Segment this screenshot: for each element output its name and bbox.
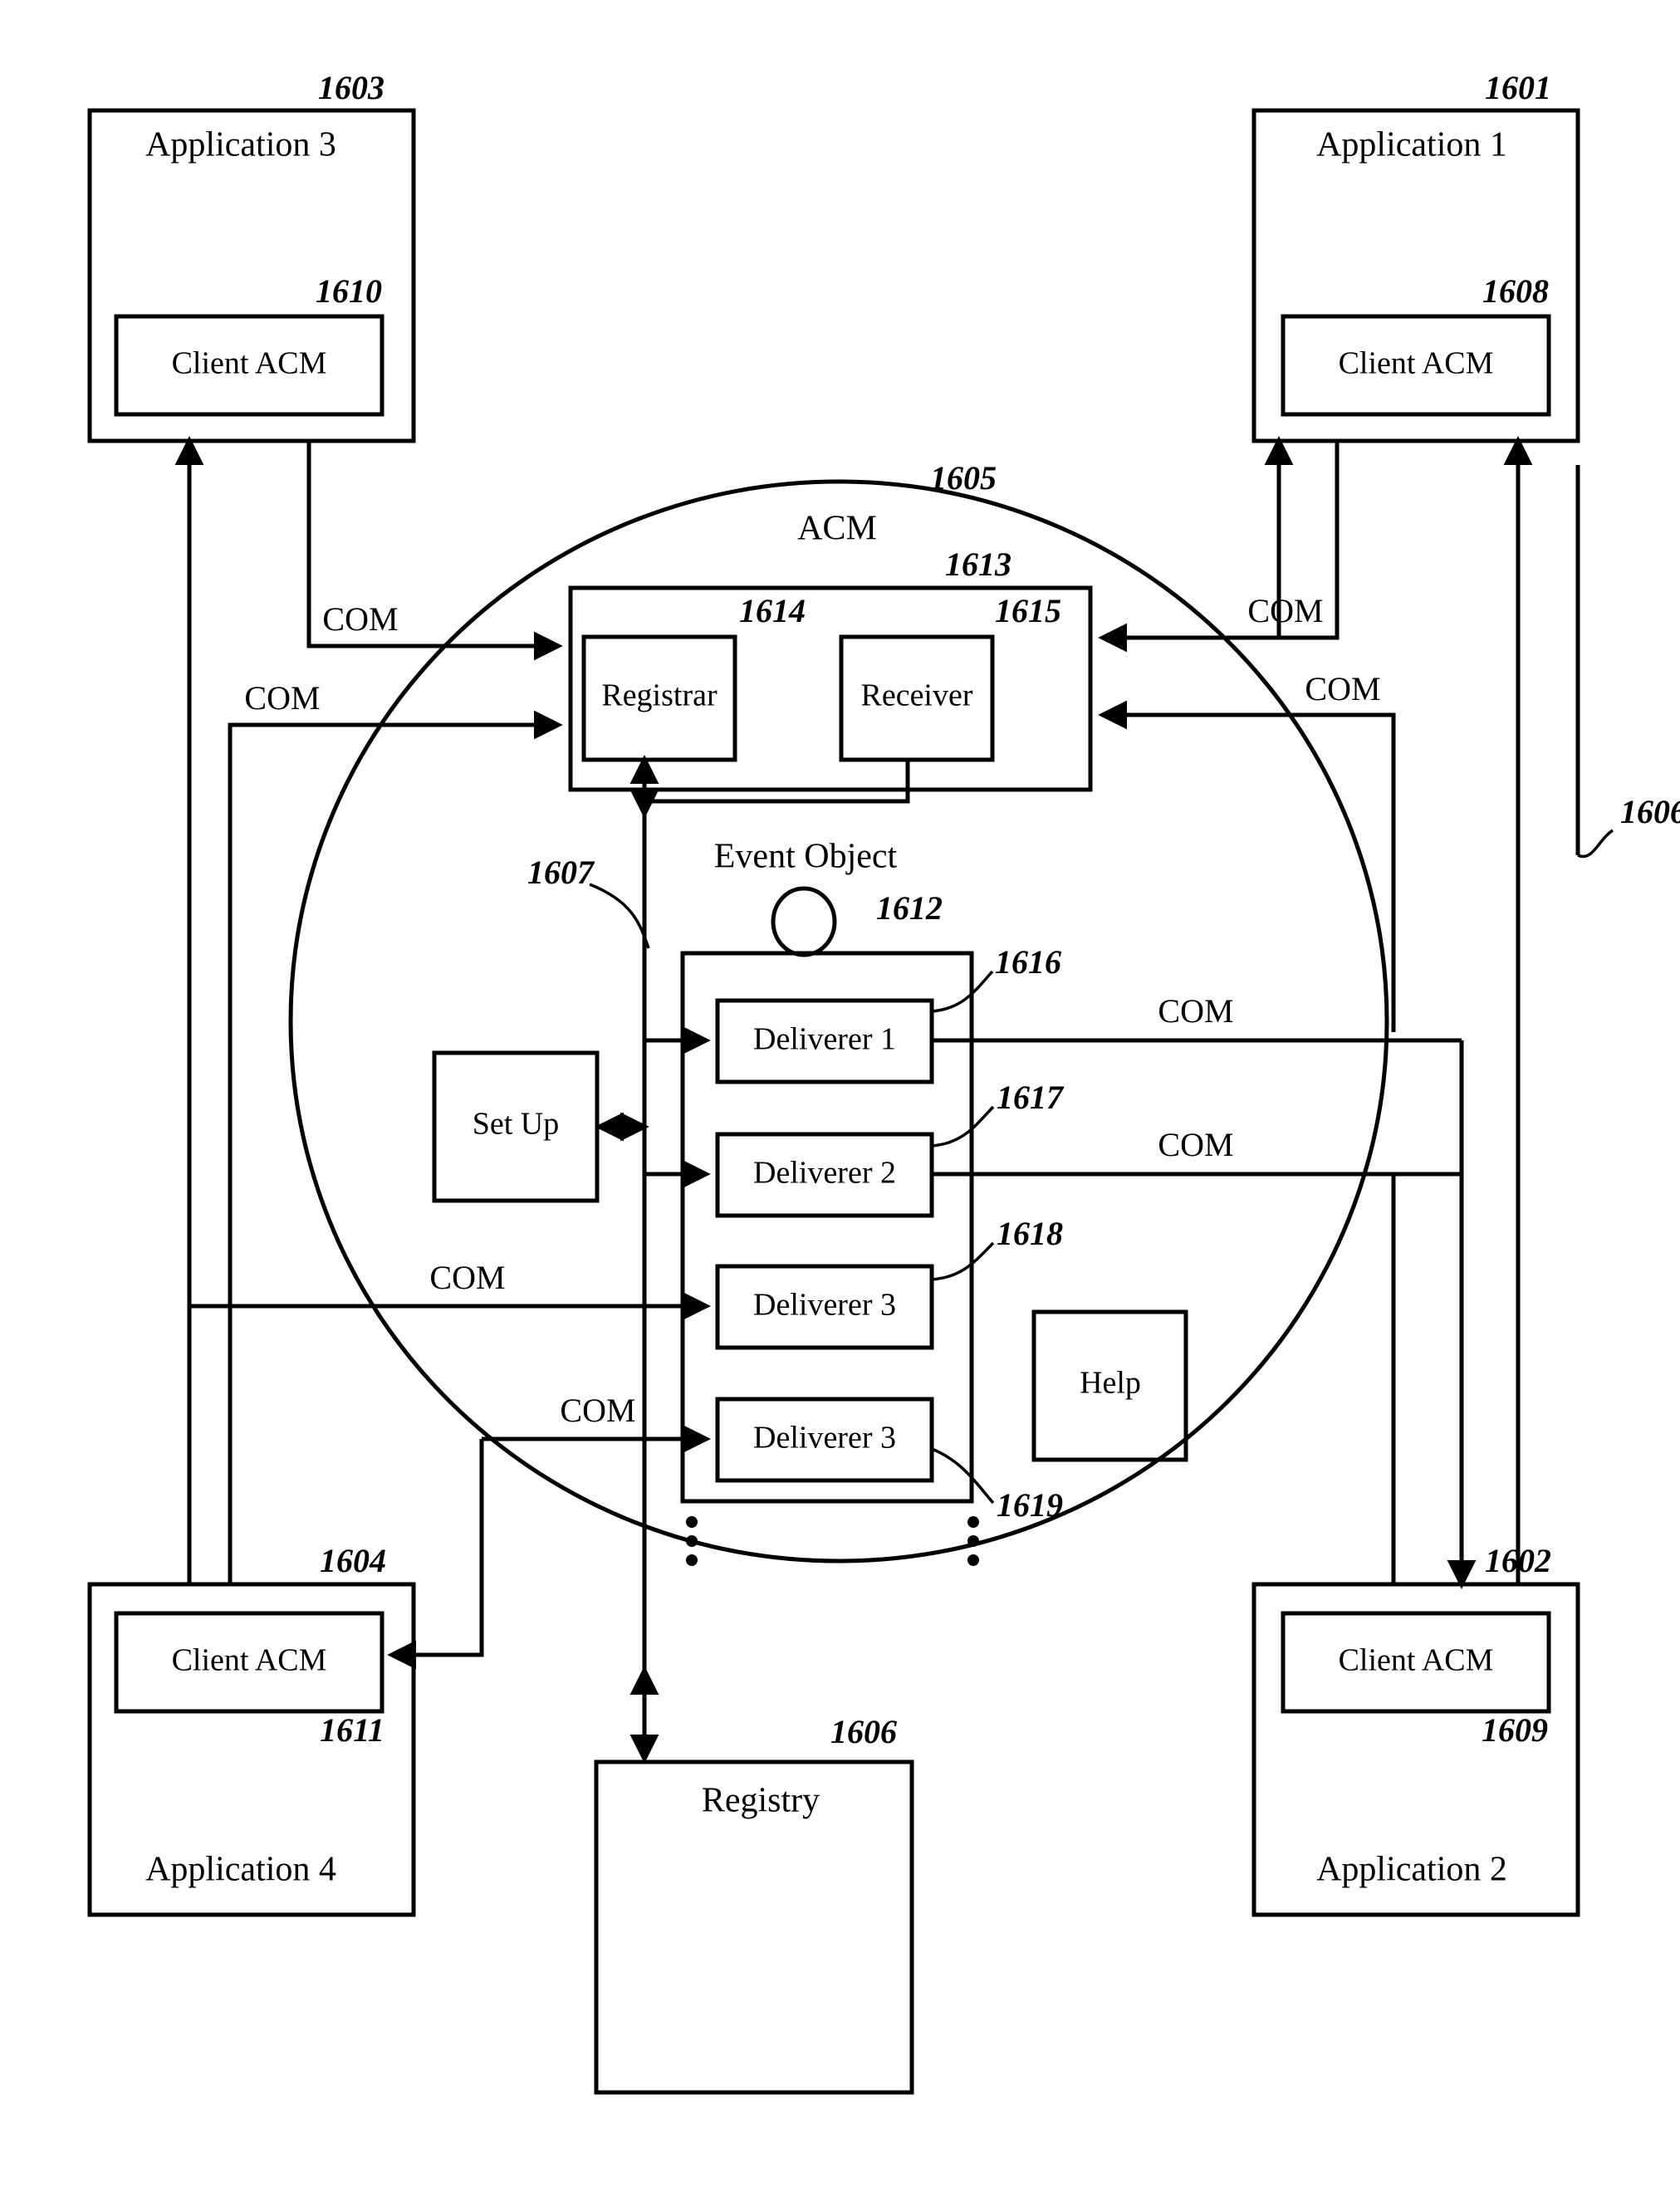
com-label-app1-receiver: COM: [1247, 592, 1323, 629]
deliverer-4-label: Deliverer 3: [753, 1421, 896, 1456]
leader-1617: [931, 1105, 995, 1148]
ref-1606-registry: 1606: [830, 1713, 897, 1750]
leader-1606-bus: [1577, 829, 1614, 859]
conn-app4-to-registrar: [228, 710, 563, 1584]
ref-1612: 1612: [876, 889, 943, 927]
deliverers-ellipsis-left: [686, 1516, 698, 1566]
ref-1610: 1610: [316, 272, 382, 310]
diagram-canvas: Application 3 1603 Client ACM 1610 Appli…: [87, 69, 1680, 2095]
ref-1605: 1605: [930, 459, 997, 497]
ref-1604: 1604: [320, 1542, 386, 1579]
deliverers-ellipsis-right: [967, 1516, 979, 1566]
ref-1611: 1611: [320, 1711, 384, 1749]
ref-1614: 1614: [739, 592, 806, 629]
set-up-label: Set Up: [473, 1107, 560, 1142]
com-label-deliverer-3-in: COM: [429, 1259, 505, 1296]
leader-1607: [589, 883, 650, 949]
ref-1609: 1609: [1482, 1711, 1548, 1749]
application-2-label: Application 2: [1316, 1851, 1507, 1889]
conn-to-application-4-client-acm: [387, 1439, 484, 1670]
deliverer-2-label: Deliverer 2: [753, 1156, 896, 1191]
application-1-label: Application 1: [1316, 126, 1507, 164]
ref-1616: 1616: [995, 943, 1061, 981]
com-label-deliverer-4-in: COM: [560, 1392, 635, 1429]
conn-receiver-down-trunk: [644, 760, 910, 804]
event-object-label: Event Object: [714, 838, 898, 876]
ref-1618: 1618: [997, 1215, 1063, 1252]
registrar-label: Registrar: [601, 678, 718, 713]
ref-1619: 1619: [997, 1486, 1063, 1524]
ref-1606-bus: 1606: [1620, 793, 1680, 830]
application-4-label: Application 4: [145, 1851, 336, 1889]
ref-1601: 1601: [1485, 69, 1551, 106]
com-label-app3-registrar: COM: [322, 600, 398, 638]
client-acm-1611-label: Client ACM: [172, 1643, 327, 1678]
ref-1613: 1613: [945, 546, 1011, 583]
client-acm-1609-label: Client ACM: [1339, 1643, 1494, 1678]
deliverer-3-label: Deliverer 3: [753, 1288, 896, 1323]
leader-1619: [931, 1447, 995, 1505]
ref-1617: 1617: [997, 1079, 1065, 1116]
conn-app2-to-receiver: [1098, 700, 1396, 1032]
com-label-deliverer-2-out: COM: [1158, 1126, 1233, 1163]
com-label-deliverer-1-out: COM: [1158, 992, 1233, 1030]
ref-1608: 1608: [1482, 272, 1549, 310]
ref-1607: 1607: [527, 854, 595, 891]
ref-1615: 1615: [995, 592, 1061, 629]
help-label: Help: [1080, 1366, 1141, 1401]
client-acm-1610-label: Client ACM: [172, 346, 327, 381]
ref-1603: 1603: [318, 69, 384, 106]
receiver-label: Receiver: [860, 678, 972, 713]
leader-1616: [931, 970, 994, 1013]
com-label-app4-registrar: COM: [244, 679, 320, 717]
client-acm-1608-label: Client ACM: [1339, 346, 1494, 381]
leader-1618: [931, 1241, 995, 1281]
event-object-circle: [771, 886, 837, 957]
acm-title-label: ACM: [797, 510, 877, 548]
application-3-label: Application 3: [145, 126, 336, 164]
com-label-app2-receiver: COM: [1305, 670, 1380, 707]
deliverer-1-label: Deliverer 1: [753, 1022, 896, 1057]
patent-figure-page: Application 3 1603 Client ACM 1610 Appli…: [0, 0, 1680, 2207]
registry-label: Registry: [702, 1782, 820, 1820]
